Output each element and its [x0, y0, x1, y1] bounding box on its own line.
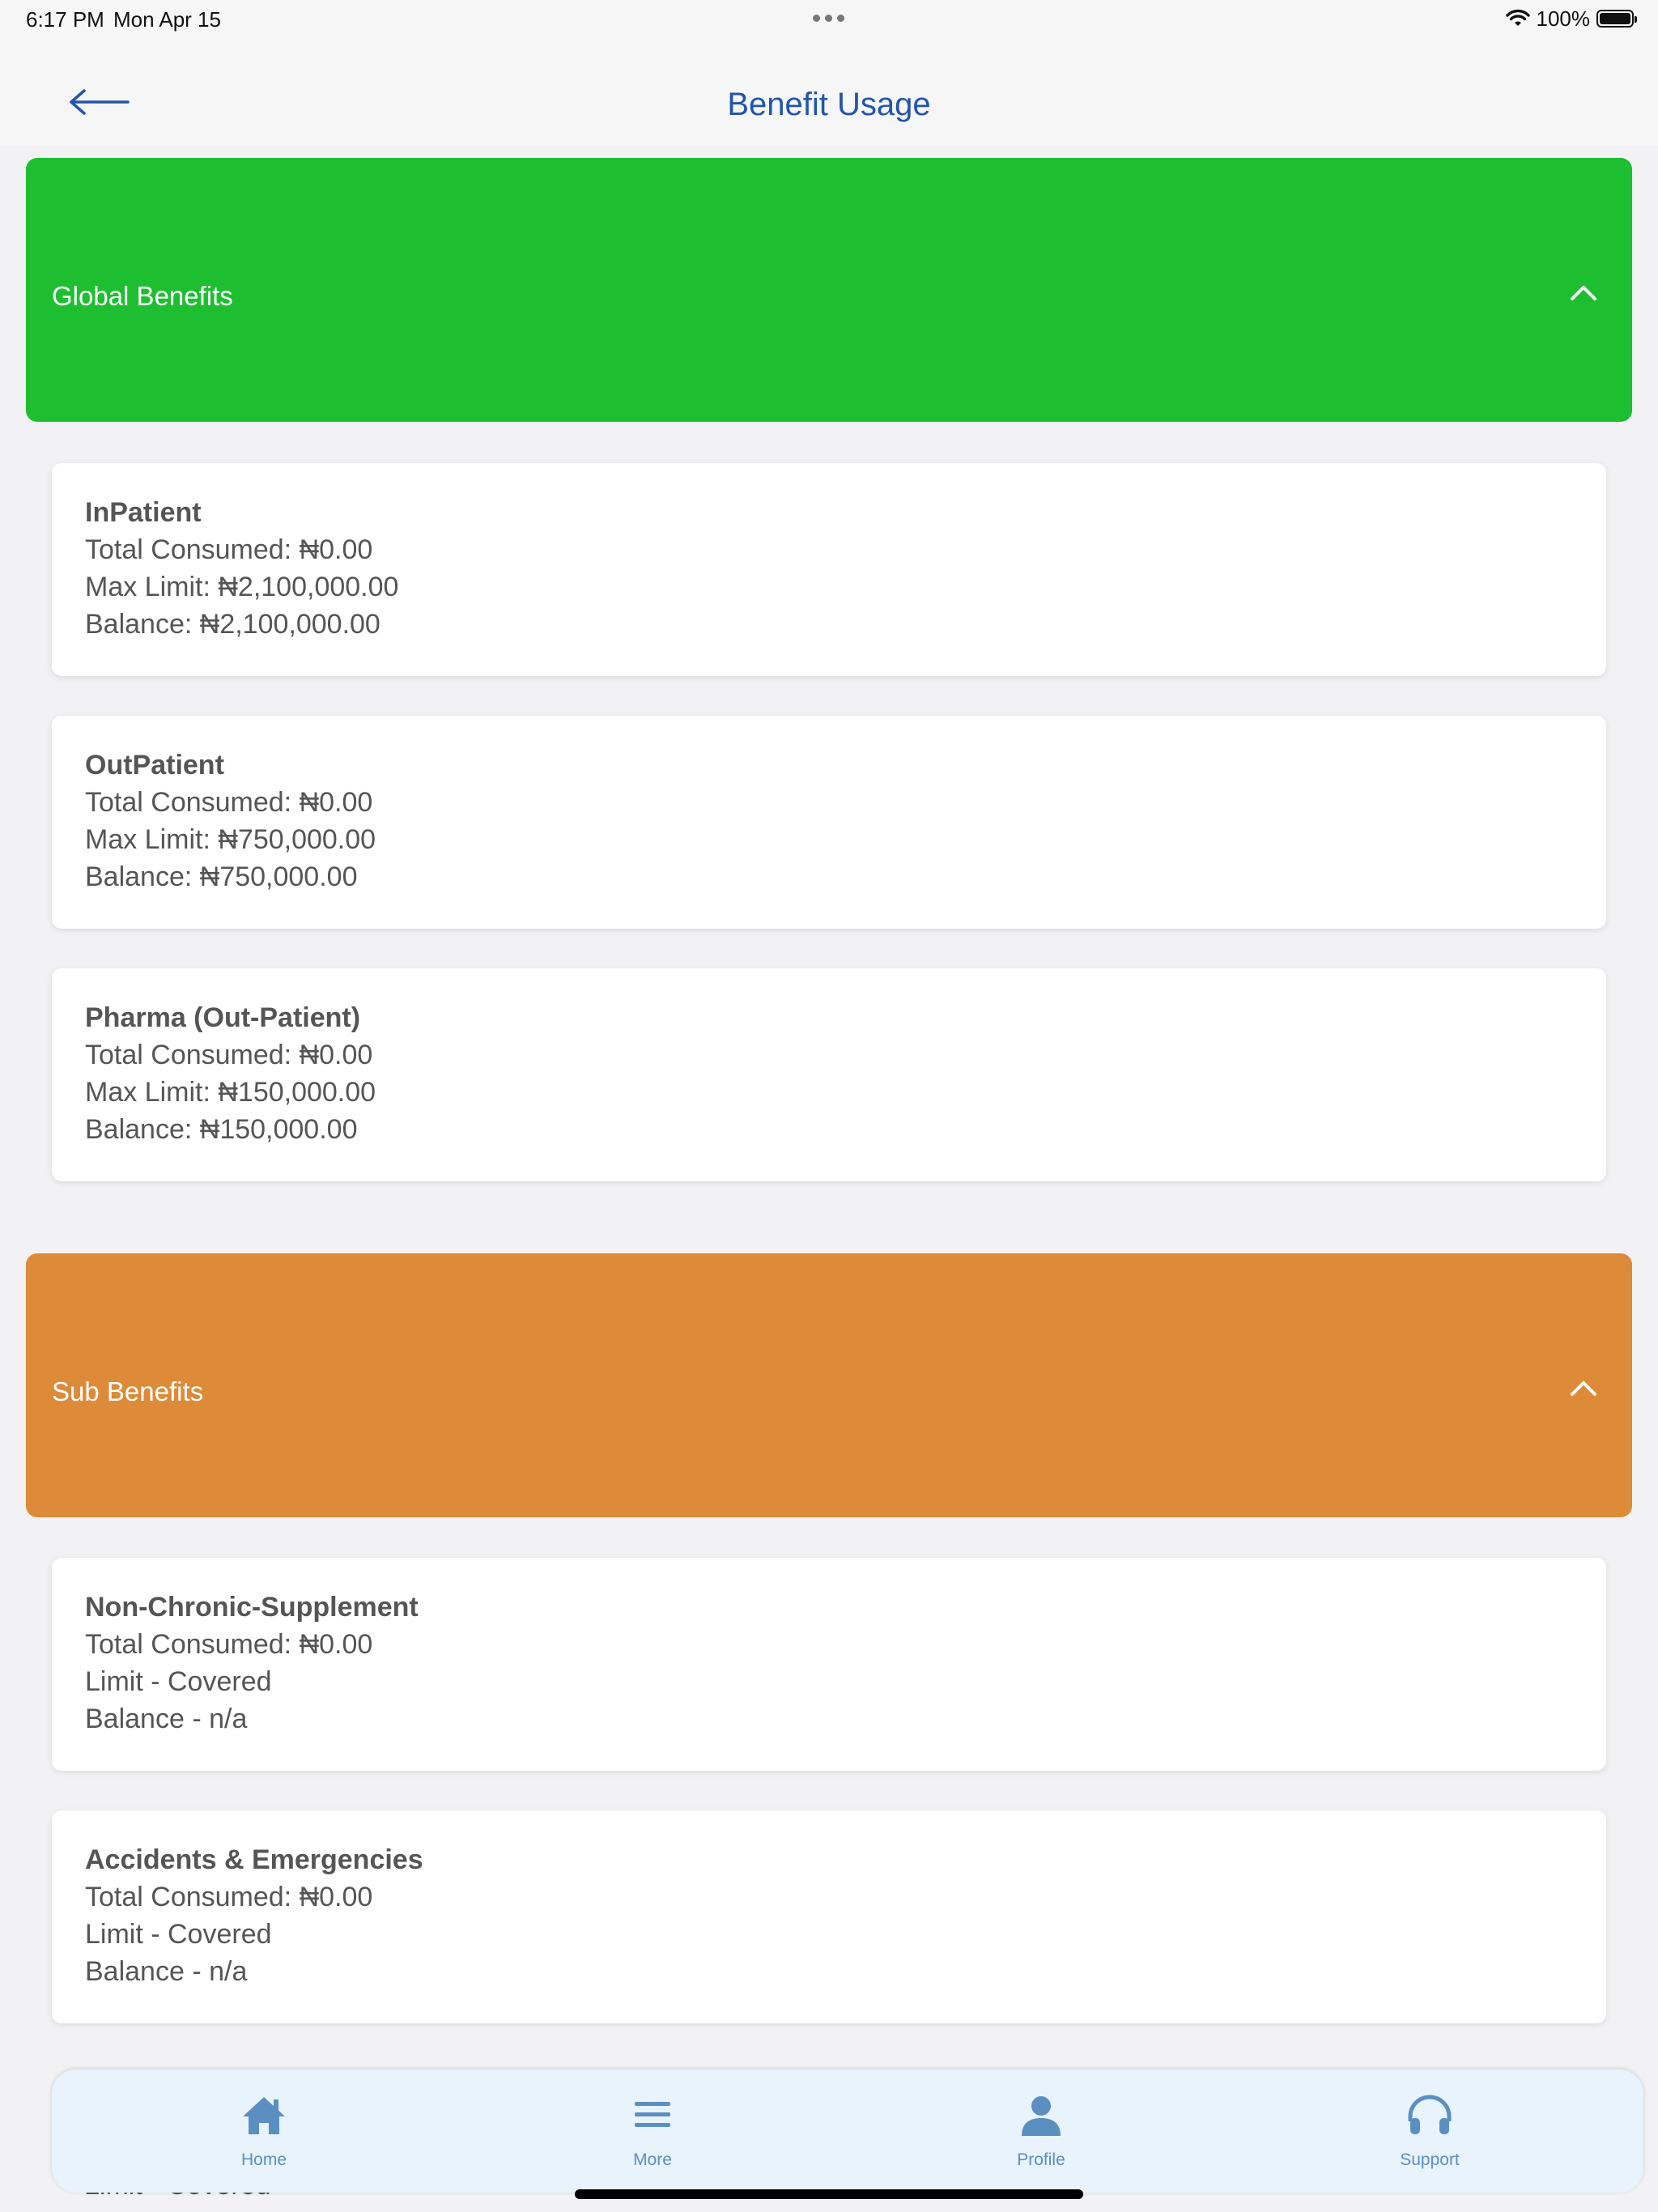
tab-label: Home: [240, 2150, 287, 2169]
tab-support[interactable]: Support: [1349, 2069, 1511, 2193]
balance: Balance: ₦750,000.00: [85, 861, 358, 892]
balance: Balance - n/a: [85, 1956, 248, 1987]
tab-home[interactable]: Home: [183, 2069, 345, 2193]
total-consumed: Total Consumed: ₦0.00: [85, 1882, 373, 1912]
tab-label: More: [633, 2150, 672, 2169]
tab-profile[interactable]: Profile: [960, 2069, 1122, 2193]
limit: Limit - Covered: [85, 1919, 272, 1950]
status-time: 6:17 PM: [26, 7, 104, 32]
benefit-name: InPatient: [85, 497, 202, 528]
benefit-card-pharma: Pharma (Out-Patient) Total Consumed: ₦0.…: [52, 968, 1606, 1181]
total-consumed: Total Consumed: ₦0.00: [85, 1040, 373, 1070]
status-right: 100%: [1505, 6, 1637, 31]
global-benefits-header[interactable]: Global Benefits: [26, 158, 1632, 422]
benefit-card-accidents-emergencies: Accidents & Emergencies Total Consumed: …: [52, 1810, 1606, 2023]
total-consumed: Total Consumed: ₦0.00: [85, 534, 373, 565]
benefit-name: Accidents & Emergencies: [85, 1844, 423, 1875]
multitasking-dots-icon[interactable]: [810, 6, 848, 28]
page-title: Benefit Usage: [727, 87, 931, 122]
benefit-card-non-chronic-supplement: Non-Chronic-Supplement Total Consumed: ₦…: [52, 1558, 1606, 1771]
navigation-bar: Benefit Usage: [0, 40, 1658, 146]
home-icon: [243, 2097, 285, 2134]
benefit-name: Non-Chronic-Supplement: [85, 1592, 419, 1623]
total-consumed: Total Consumed: ₦0.00: [85, 1629, 373, 1660]
benefit-name: OutPatient: [85, 750, 224, 781]
status-bar: 6:17 PM Mon Apr 15 100%: [0, 0, 1658, 40]
balance: Balance: ₦150,000.00: [85, 1114, 358, 1145]
max-limit: Max Limit: ₦750,000.00: [85, 824, 376, 855]
global-benefits-title: Global Benefits: [52, 281, 233, 311]
home-indicator[interactable]: [575, 2189, 1083, 2199]
menu-icon: [635, 2102, 670, 2127]
benefit-card-outpatient: OutPatient Total Consumed: ₦0.00 Max Lim…: [52, 716, 1606, 929]
balance: Balance - n/a: [85, 1704, 248, 1734]
person-icon: [1022, 2096, 1061, 2136]
battery-percent: 100%: [1536, 6, 1591, 31]
battery-icon: [1596, 10, 1637, 28]
limit: Limit - Covered: [85, 1666, 272, 1697]
benefit-name: Pharma (Out-Patient): [85, 1002, 361, 1033]
tab-bar: Home More Profile Support: [52, 2069, 1643, 2193]
max-limit: Max Limit: ₦2,100,000.00: [85, 572, 399, 602]
sub-benefits-header[interactable]: Sub Benefits: [26, 1253, 1632, 1517]
max-limit: Max Limit: ₦150,000.00: [85, 1077, 376, 1108]
status-date: Mon Apr 15: [113, 7, 221, 32]
tab-more[interactable]: More: [572, 2069, 733, 2193]
balance: Balance: ₦2,100,000.00: [85, 609, 380, 640]
headphones-icon: [1408, 2095, 1452, 2134]
tab-label: Support: [1400, 2150, 1460, 2169]
tab-label: Profile: [1017, 2150, 1065, 2169]
total-consumed: Total Consumed: ₦0.00: [85, 787, 373, 818]
sub-benefits-title: Sub Benefits: [52, 1376, 204, 1406]
benefit-card-inpatient: InPatient Total Consumed: ₦0.00 Max Limi…: [52, 463, 1606, 676]
wifi-icon: [1505, 9, 1530, 26]
chevron-up-icon: [1571, 1381, 1596, 1396]
chevron-up-icon: [1571, 286, 1596, 300]
